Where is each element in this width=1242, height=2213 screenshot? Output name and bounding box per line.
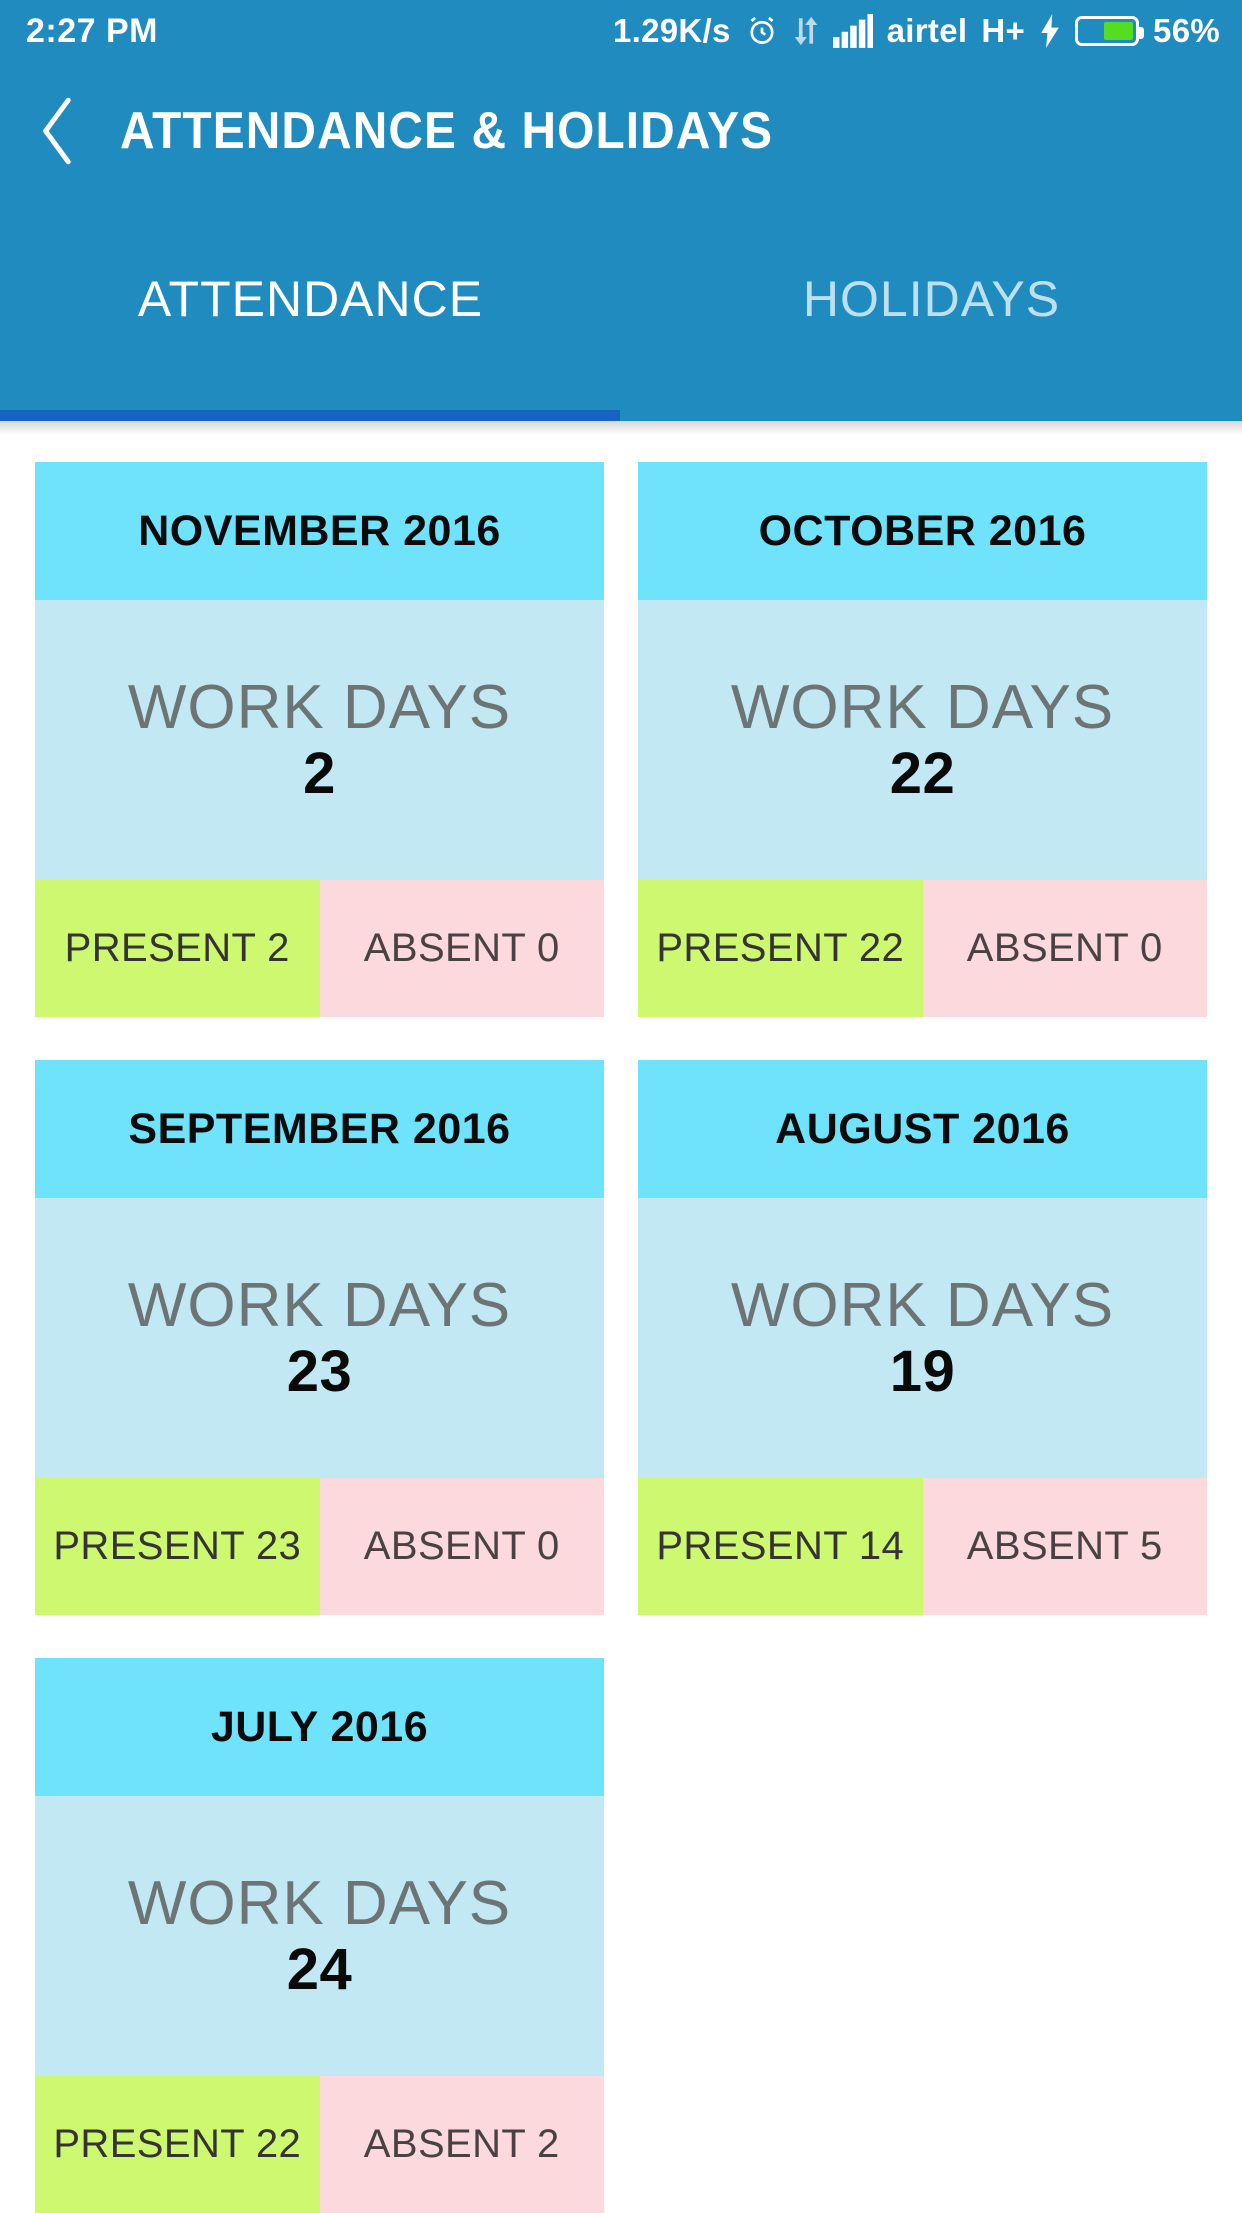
present-stat[interactable]: PRESENT 22: [638, 880, 923, 1017]
status-time: 2:27 PM: [26, 12, 158, 50]
attendance-card[interactable]: AUGUST 2016 WORK DAYS 19 PRESENT 14 ABSE…: [638, 1060, 1207, 1615]
attendance-content: NOVEMBER 2016 WORK DAYS 2 PRESENT 2 ABSE…: [0, 435, 1242, 2213]
network-speed-text: 1.29K/s: [612, 12, 731, 49]
card-workdays-body: WORK DAYS 24: [35, 1796, 604, 2076]
work-days-value: 2: [303, 740, 336, 806]
card-month-label: SEPTEMBER 2016: [128, 1104, 511, 1153]
absent-stat[interactable]: ABSENT 5: [922, 1478, 1207, 1615]
absent-stat[interactable]: ABSENT 0: [922, 880, 1207, 1017]
work-days-label: WORK DAYS: [730, 672, 1115, 742]
status-bar-right-group: 1.29K/s airtel H+ 56%: [613, 12, 1220, 50]
present-stat[interactable]: PRESENT 2: [35, 880, 320, 1017]
battery-fill: [1103, 22, 1134, 40]
work-days-value: 19: [889, 1338, 956, 1404]
tab-attendance-label: ATTENDANCE: [137, 271, 484, 327]
card-workdays-body: WORK DAYS 23: [35, 1198, 604, 1478]
chevron-left-icon: [35, 94, 85, 168]
attendance-card-grid: NOVEMBER 2016 WORK DAYS 2 PRESENT 2 ABSE…: [35, 462, 1207, 2213]
card-workdays-body: WORK DAYS 2: [35, 600, 604, 880]
card-month-header: OCTOBER 2016: [638, 462, 1207, 600]
absent-stat[interactable]: ABSENT 0: [319, 1478, 604, 1615]
status-bar: 2:27 PM 1.29K/s airtel H+ 56%: [0, 0, 1242, 62]
card-month-label: NOVEMBER 2016: [138, 506, 501, 555]
card-footer: PRESENT 2 ABSENT 0: [35, 880, 604, 1017]
battery-percent-text: 56%: [1153, 12, 1220, 49]
card-month-header: SEPTEMBER 2016: [35, 1060, 604, 1198]
card-footer: PRESENT 23 ABSENT 0: [35, 1478, 604, 1615]
alarm-clock-icon: [745, 14, 779, 48]
card-workdays-body: WORK DAYS 22: [638, 600, 1207, 880]
tab-bar: ATTENDANCE HOLIDAYS: [0, 199, 1242, 421]
absent-stat[interactable]: ABSENT 2: [319, 2076, 604, 2213]
card-month-header: AUGUST 2016: [638, 1060, 1207, 1198]
work-days-value: 22: [889, 740, 956, 806]
attendance-card[interactable]: NOVEMBER 2016 WORK DAYS 2 PRESENT 2 ABSE…: [35, 462, 604, 1017]
card-month-header: NOVEMBER 2016: [35, 462, 604, 600]
card-month-label: AUGUST 2016: [775, 1104, 1070, 1153]
work-days-label: WORK DAYS: [730, 1270, 1115, 1340]
tab-active-indicator: [0, 410, 620, 421]
tab-holidays-label: HOLIDAYS: [802, 271, 1061, 327]
signal-bars-icon: [832, 14, 873, 48]
present-stat[interactable]: PRESENT 22: [35, 2076, 320, 2213]
card-footer: PRESENT 22 ABSENT 2: [35, 2076, 604, 2213]
attendance-card[interactable]: OCTOBER 2016 WORK DAYS 22 PRESENT 22 ABS…: [638, 462, 1207, 1017]
card-month-header: JULY 2016: [35, 1658, 604, 1796]
carrier-name: airtel: [886, 12, 968, 49]
card-workdays-body: WORK DAYS 19: [638, 1198, 1207, 1478]
app-bar-shadow: [0, 421, 1242, 435]
charging-bolt-icon: [1039, 14, 1061, 48]
card-month-label: OCTOBER 2016: [758, 506, 1087, 555]
work-days-value: 24: [286, 1936, 353, 2002]
work-days-label: WORK DAYS: [127, 672, 512, 742]
work-days-label: WORK DAYS: [127, 1270, 512, 1340]
card-month-label: JULY 2016: [210, 1702, 429, 1751]
present-stat[interactable]: PRESENT 14: [638, 1478, 923, 1615]
card-footer: PRESENT 22 ABSENT 0: [638, 880, 1207, 1017]
card-footer: PRESENT 14 ABSENT 5: [638, 1478, 1207, 1615]
attendance-card[interactable]: SEPTEMBER 2016 WORK DAYS 23 PRESENT 23 A…: [35, 1060, 604, 1615]
tab-holidays[interactable]: HOLIDAYS: [621, 199, 1242, 421]
back-button[interactable]: [0, 62, 120, 199]
app-bar: ATTENDANCE & HOLIDAYS: [0, 62, 1242, 199]
work-days-label: WORK DAYS: [127, 1868, 512, 1938]
network-type: H+: [981, 12, 1026, 49]
tab-attendance[interactable]: ATTENDANCE: [0, 199, 621, 421]
present-stat[interactable]: PRESENT 23: [35, 1478, 320, 1615]
page-title: ATTENDANCE & HOLIDAYS: [120, 101, 774, 160]
attendance-card[interactable]: JULY 2016 WORK DAYS 24 PRESENT 22 ABSENT…: [35, 1658, 604, 2213]
battery-icon: [1075, 16, 1145, 46]
work-days-value: 23: [286, 1338, 353, 1404]
absent-stat[interactable]: ABSENT 0: [319, 880, 604, 1017]
data-transfer-icon: [793, 14, 819, 48]
